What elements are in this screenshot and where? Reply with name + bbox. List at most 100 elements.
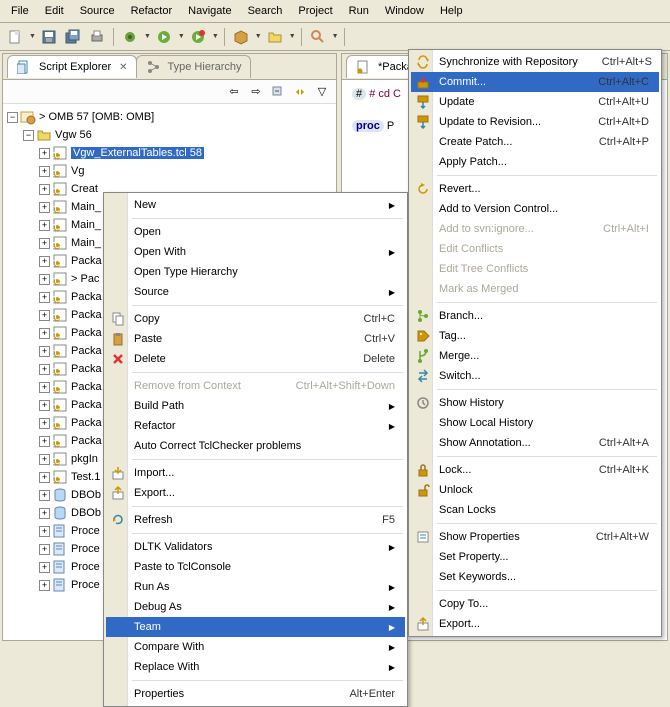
menu-project[interactable]: Project [291, 2, 339, 20]
dropdown-arrow-icon[interactable]: ▼ [255, 33, 262, 40]
menu-item-create-patch[interactable]: Create Patch...Ctrl+Alt+P [411, 132, 659, 152]
tree-root[interactable]: −> OMB 57 [OMB: OMB] [7, 108, 332, 126]
menu-item-set-property[interactable]: Set Property... [411, 547, 659, 567]
tab-type-hierarchy[interactable]: Type Hierarchy [136, 55, 251, 78]
menu-navigate[interactable]: Navigate [181, 2, 238, 20]
tree-item[interactable]: +tclVg [7, 162, 332, 180]
dropdown-arrow-icon[interactable]: ▼ [144, 33, 151, 40]
expand-toggle[interactable]: + [39, 292, 50, 303]
menu-search[interactable]: Search [241, 2, 290, 20]
menu-item-open[interactable]: Open [106, 222, 405, 242]
expand-toggle[interactable]: + [39, 184, 50, 195]
debug-button[interactable] [119, 26, 141, 48]
forward-button[interactable]: ⇨ [248, 84, 264, 100]
search-button[interactable] [307, 26, 329, 48]
menu-item-show-annotation[interactable]: Show Annotation...Ctrl+Alt+A [411, 433, 659, 453]
expand-toggle[interactable]: + [39, 238, 50, 249]
menu-item-build-path[interactable]: Build Path▶ [106, 396, 405, 416]
expand-toggle[interactable]: + [39, 526, 50, 537]
menu-item-new[interactable]: New▶ [106, 195, 405, 215]
menu-item-branch[interactable]: Branch... [411, 306, 659, 326]
expand-toggle[interactable]: + [39, 256, 50, 267]
save-all-button[interactable] [62, 26, 84, 48]
menu-item-refresh[interactable]: RefreshF5 [106, 510, 405, 530]
menu-item-tag[interactable]: Tag... [411, 326, 659, 346]
dropdown-arrow-icon[interactable]: ▼ [29, 33, 36, 40]
back-button[interactable]: ⇦ [226, 84, 242, 100]
menu-item-open-type-hierarchy[interactable]: Open Type Hierarchy [106, 262, 405, 282]
menu-item-synchronize-with-repository[interactable]: Synchronize with RepositoryCtrl+Alt+S [411, 52, 659, 72]
dropdown-arrow-icon[interactable]: ▼ [289, 33, 296, 40]
menu-item-team[interactable]: Team▶ [106, 617, 405, 637]
dropdown-arrow-icon[interactable]: ▼ [212, 33, 219, 40]
new-button[interactable] [4, 26, 26, 48]
expand-toggle[interactable]: + [39, 166, 50, 177]
menu-run[interactable]: Run [342, 2, 376, 20]
menu-item-export[interactable]: Export... [106, 483, 405, 503]
expand-toggle[interactable]: − [7, 112, 18, 123]
expand-toggle[interactable]: + [39, 580, 50, 591]
collapse-all-button[interactable] [270, 84, 286, 100]
menu-edit[interactable]: Edit [38, 2, 71, 20]
expand-toggle[interactable]: + [39, 148, 50, 159]
dropdown-arrow-icon[interactable]: ▼ [332, 33, 339, 40]
expand-toggle[interactable]: + [39, 346, 50, 357]
expand-toggle[interactable]: − [23, 130, 34, 141]
expand-toggle[interactable]: + [39, 220, 50, 231]
dropdown-arrow-icon[interactable]: ▼ [178, 33, 185, 40]
menu-item-refactor[interactable]: Refactor▶ [106, 416, 405, 436]
expand-toggle[interactable]: + [39, 400, 50, 411]
menu-item-set-keywords[interactable]: Set Keywords... [411, 567, 659, 587]
menu-file[interactable]: File [4, 2, 36, 20]
expand-toggle[interactable]: + [39, 382, 50, 393]
menu-item-open-with[interactable]: Open With▶ [106, 242, 405, 262]
menu-item-show-history[interactable]: Show History [411, 393, 659, 413]
expand-toggle[interactable]: + [39, 454, 50, 465]
tree-item-selected[interactable]: +tclVgw_ExternalTables.tcl 58 [7, 144, 332, 162]
menu-item-lock[interactable]: Lock...Ctrl+Alt+K [411, 460, 659, 480]
menu-window[interactable]: Window [378, 2, 431, 20]
expand-toggle[interactable]: + [39, 418, 50, 429]
menu-item-import[interactable]: Import... [106, 463, 405, 483]
menu-item-show-properties[interactable]: Show PropertiesCtrl+Alt+W [411, 527, 659, 547]
expand-toggle[interactable]: + [39, 472, 50, 483]
menu-item-source[interactable]: Source▶ [106, 282, 405, 302]
menu-item-unlock[interactable]: Unlock [411, 480, 659, 500]
tree-folder[interactable]: −Vgw 56 [7, 126, 332, 144]
menu-item-dltk-validators[interactable]: DLTK Validators▶ [106, 537, 405, 557]
menu-item-update[interactable]: UpdateCtrl+Alt+U [411, 92, 659, 112]
menu-item-paste[interactable]: PasteCtrl+V [106, 329, 405, 349]
run-button[interactable] [153, 26, 175, 48]
expand-toggle[interactable]: + [39, 310, 50, 321]
expand-toggle[interactable]: + [39, 328, 50, 339]
menu-item-switch[interactable]: Switch... [411, 366, 659, 386]
new-package-button[interactable] [230, 26, 252, 48]
tab-script-explorer[interactable]: Script Explorer ✕ [7, 55, 137, 78]
menu-item-commit[interactable]: Commit...Ctrl+Alt+C [411, 72, 659, 92]
menu-item-update-to-revision[interactable]: Update to Revision...Ctrl+Alt+D [411, 112, 659, 132]
menu-item-show-local-history[interactable]: Show Local History [411, 413, 659, 433]
menu-item-run-as[interactable]: Run As▶ [106, 577, 405, 597]
menu-item-debug-as[interactable]: Debug As▶ [106, 597, 405, 617]
expand-toggle[interactable]: + [39, 274, 50, 285]
menu-item-replace-with[interactable]: Replace With▶ [106, 657, 405, 677]
expand-toggle[interactable]: + [39, 490, 50, 501]
menu-item-apply-patch[interactable]: Apply Patch... [411, 152, 659, 172]
menu-item-revert[interactable]: Revert... [411, 179, 659, 199]
save-button[interactable] [38, 26, 60, 48]
menu-refactor[interactable]: Refactor [124, 2, 180, 20]
expand-toggle[interactable]: + [39, 202, 50, 213]
new-folder-button[interactable] [264, 26, 286, 48]
expand-toggle[interactable]: + [39, 436, 50, 447]
menu-item-add-to-version-control[interactable]: Add to Version Control... [411, 199, 659, 219]
expand-toggle[interactable]: + [39, 364, 50, 375]
menu-item-copy-to[interactable]: Copy To... [411, 594, 659, 614]
run-last-button[interactable] [187, 26, 209, 48]
print-button[interactable] [86, 26, 108, 48]
menu-item-paste-to-tclconsole[interactable]: Paste to TclConsole [106, 557, 405, 577]
menu-item-export[interactable]: Export... [411, 614, 659, 634]
menu-item-copy[interactable]: CopyCtrl+C [106, 309, 405, 329]
tab-close-icon[interactable]: ✕ [119, 62, 127, 73]
menu-item-delete[interactable]: DeleteDelete [106, 349, 405, 369]
menu-item-merge[interactable]: Merge... [411, 346, 659, 366]
